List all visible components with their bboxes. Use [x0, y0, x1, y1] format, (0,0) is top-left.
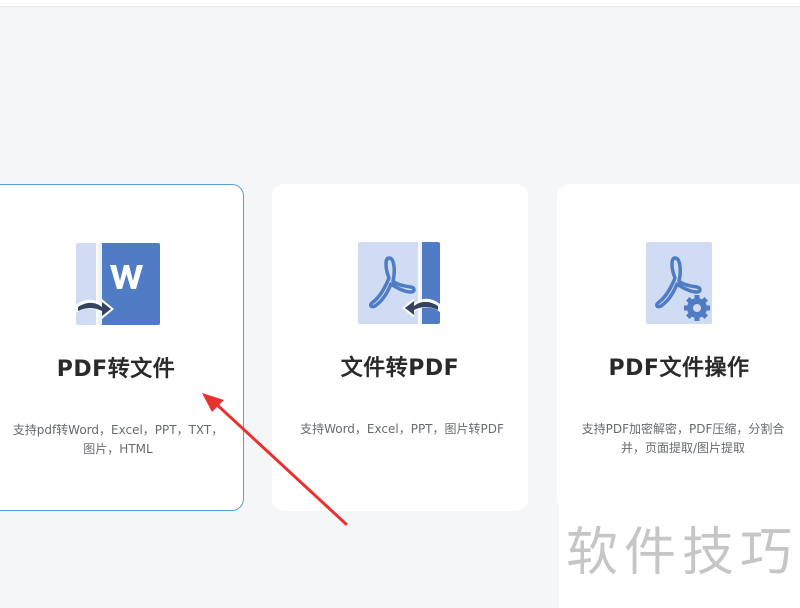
annotation-arrow-icon — [202, 393, 348, 526]
